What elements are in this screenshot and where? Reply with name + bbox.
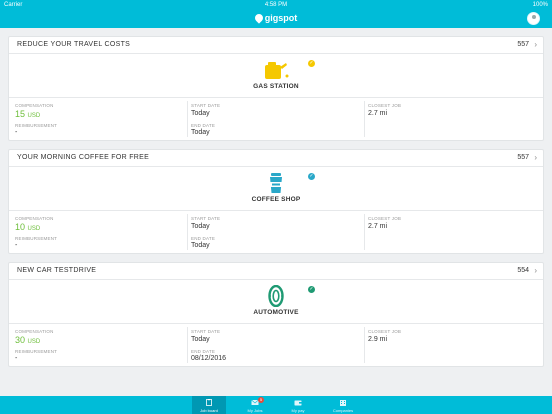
reimbursement-value: - — [15, 355, 18, 362]
reimbursement-value: - — [15, 242, 18, 249]
closest-job-label: CLOSEST JOB — [368, 329, 402, 334]
map-pin-icon — [253, 12, 265, 24]
category-label: AUTOMOTIVE — [253, 309, 299, 316]
job-card[interactable]: NEW CAR TESTDRIVE 554 › ✓ AUTOMOTIVE COM… — [8, 262, 544, 367]
tab-companies[interactable]: Companies — [326, 396, 360, 414]
job-card[interactable]: YOUR MORNING COFFEE FOR FREE 557 › ✓ COF… — [8, 149, 544, 254]
job-title: NEW CAR TESTDRIVE — [17, 267, 97, 274]
tab-label: My pay — [291, 408, 305, 413]
chevron-right-icon: › — [534, 266, 537, 275]
compensation-value: 30 USD — [15, 335, 41, 345]
end-date-label: END DATE — [191, 236, 216, 241]
tire-icon — [268, 285, 284, 307]
bottom-tab-bar: Job board 5 My Jobs My pay Companies — [0, 396, 552, 414]
job-category: ✓ AUTOMOTIVE — [9, 280, 543, 324]
job-count: 557 — [517, 154, 529, 161]
gas-can-icon — [265, 62, 289, 79]
job-details: COMPENSATION 15 USD REIMBURSEMENT - STAR… — [9, 98, 543, 140]
category-label: COFFEE SHOP — [251, 196, 301, 203]
end-date-value: 08/12/2016 — [191, 355, 227, 362]
start-date-label: START DATE — [191, 216, 221, 221]
closest-job-value: 2.9 mi — [368, 336, 388, 343]
start-date-label: START DATE — [191, 329, 221, 334]
closest-job-label: CLOSEST JOB — [368, 216, 402, 221]
category-badge-icon: ✓ — [308, 286, 315, 293]
profile-avatar-button[interactable] — [527, 12, 540, 25]
tab-label: Companies — [332, 408, 354, 413]
job-card[interactable]: REDUCE YOUR TRAVEL COSTS 557 › ✓ GAS STA… — [8, 36, 544, 141]
start-date-label: START DATE — [191, 103, 221, 108]
job-details: COMPENSATION 30 USD REIMBURSEMENT - STAR… — [9, 324, 543, 366]
closest-job-value: 2.7 mi — [368, 223, 388, 230]
job-count: 554 — [517, 267, 529, 274]
reimbursement-label: REIMBURSEMENT — [15, 349, 58, 354]
category-badge-icon: ✓ — [308, 60, 315, 67]
app-logo: gigspot — [0, 12, 552, 24]
start-date-value: Today — [191, 336, 210, 343]
job-category: ✓ COFFEE SHOP — [9, 167, 543, 211]
clock: 4:58 PM — [264, 2, 288, 8]
battery-level: 100% — [532, 2, 548, 8]
job-card-header[interactable]: YOUR MORNING COFFEE FOR FREE 557 › — [9, 150, 543, 167]
start-date-value: Today — [191, 223, 210, 230]
compensation-label: COMPENSATION — [15, 329, 54, 334]
tab-job-board[interactable]: Job board — [192, 396, 226, 414]
wallet-icon — [294, 400, 302, 406]
chevron-right-icon: › — [534, 153, 537, 162]
job-title: YOUR MORNING COFFEE FOR FREE — [17, 154, 150, 161]
building-icon — [340, 400, 346, 406]
job-title: REDUCE YOUR TRAVEL COSTS — [17, 41, 131, 48]
reimbursement-label: REIMBURSEMENT — [15, 123, 58, 128]
compensation-value: 10 USD — [15, 222, 41, 232]
end-date-value: Today — [191, 242, 210, 249]
compensation-label: COMPENSATION — [15, 103, 54, 108]
category-badge-icon: ✓ — [308, 173, 315, 180]
end-date-label: END DATE — [191, 349, 216, 354]
clipboard-icon — [206, 399, 212, 406]
end-date-label: END DATE — [191, 123, 216, 128]
tab-my-jobs[interactable]: 5 My Jobs — [238, 396, 272, 414]
top-navbar: gigspot — [0, 10, 552, 28]
job-card-header[interactable]: NEW CAR TESTDRIVE 554 › — [9, 263, 543, 280]
job-details: COMPENSATION 10 USD REIMBURSEMENT - STAR… — [9, 211, 543, 253]
tab-label: My Jobs — [247, 408, 263, 413]
reimbursement-value: - — [15, 129, 18, 136]
chevron-right-icon: › — [534, 40, 537, 49]
category-label: GAS STATION — [253, 83, 299, 90]
job-count: 557 — [517, 41, 529, 48]
notification-badge: 5 — [258, 397, 264, 403]
coffee-cup-icon — [270, 173, 282, 193]
logo-text: gigspot — [264, 13, 298, 23]
job-card-header[interactable]: REDUCE YOUR TRAVEL COSTS 557 › — [9, 37, 543, 54]
end-date-value: Today — [191, 129, 210, 136]
compensation-value: 15 USD — [15, 109, 41, 119]
job-category: ✓ GAS STATION — [9, 54, 543, 98]
tab-my-pay[interactable]: My pay — [281, 396, 315, 414]
start-date-value: Today — [191, 110, 210, 117]
tab-label: Job board — [200, 408, 218, 413]
compensation-label: COMPENSATION — [15, 216, 54, 221]
closest-job-value: 2.7 mi — [368, 110, 388, 117]
closest-job-label: CLOSEST JOB — [368, 103, 402, 108]
status-bar: Carrier 4:58 PM 100% — [0, 0, 552, 10]
reimbursement-label: REIMBURSEMENT — [15, 236, 58, 241]
